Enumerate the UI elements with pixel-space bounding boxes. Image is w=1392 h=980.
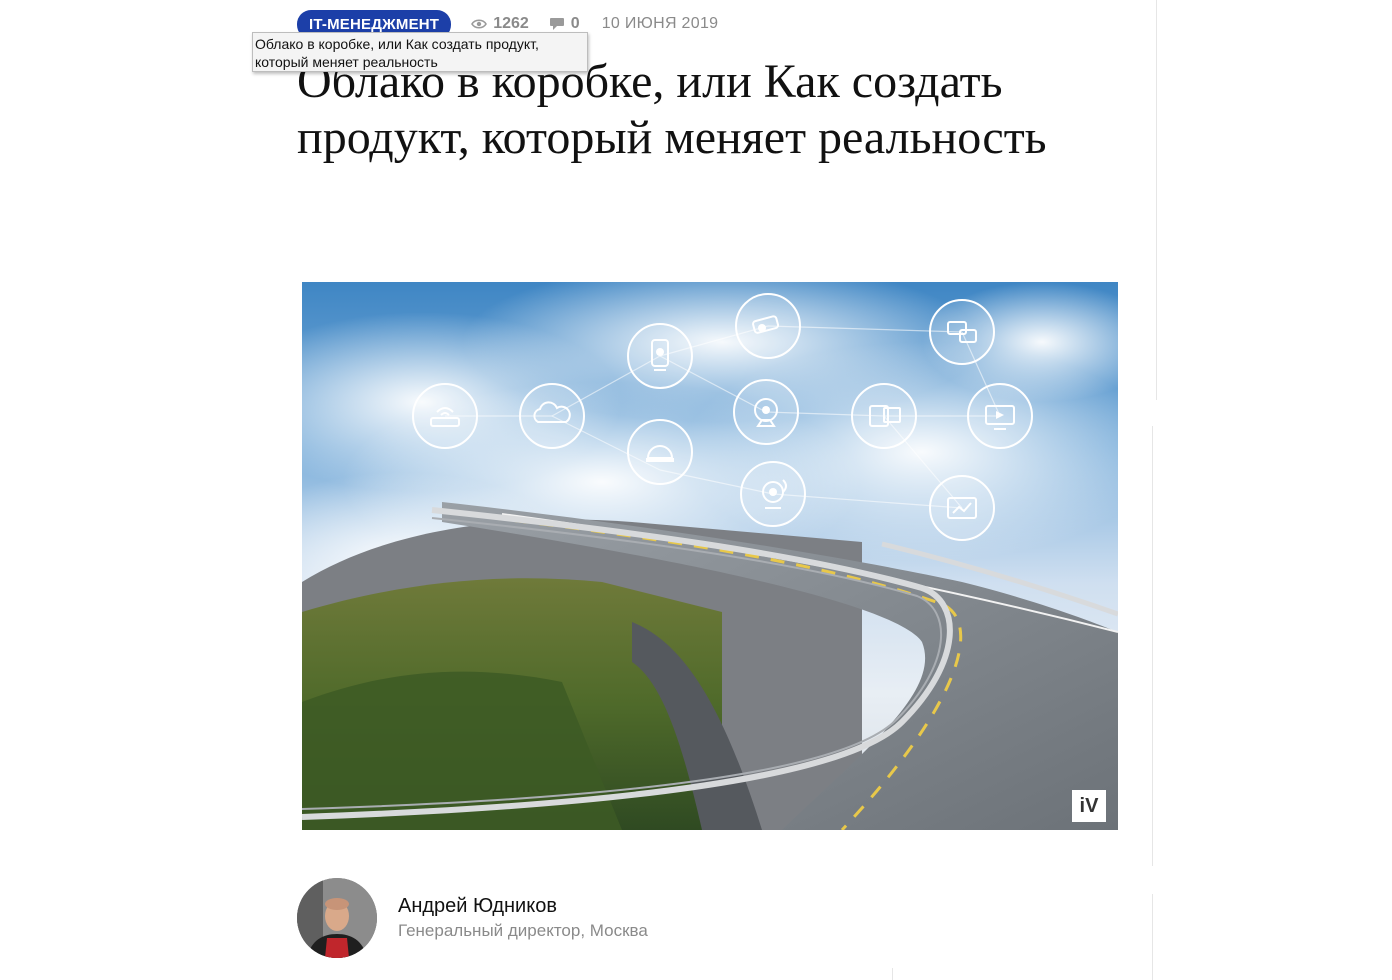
comments-counter[interactable]: 0 [549, 15, 580, 33]
publish-date: 10 ИЮНЯ 2019 [601, 15, 719, 32]
devices-icon [851, 383, 917, 449]
bottom-divider [892, 968, 893, 980]
hero-image: iV [302, 282, 1118, 830]
right-divider-top [1156, 0, 1157, 400]
monitor-icon [967, 383, 1033, 449]
author-block: Андрей Юдников Генеральный директор, Мос… [297, 878, 648, 958]
comments-count: 0 [570, 15, 580, 32]
ip-camera-icon [627, 323, 693, 389]
analytics-screen-icon [929, 475, 995, 541]
cctv-camera-icon [735, 293, 801, 359]
right-divider-bottom [1152, 894, 1153, 980]
smart-camera-icon [740, 461, 806, 527]
author-name[interactable]: Андрей Юдников [398, 894, 648, 918]
cloud-icon [519, 383, 585, 449]
tooltip-line-1: Облако в коробке, или Как создать продук… [255, 36, 539, 52]
views-count: 1262 [493, 15, 529, 32]
tooltip-line-2: который меняет реальность [255, 54, 438, 70]
views-counter: 1262 [471, 15, 529, 33]
watermark-logo: iV [1072, 790, 1106, 822]
comment-icon [549, 18, 564, 30]
eye-icon [471, 19, 488, 29]
title-tooltip: Облако в коробке, или Как создать продук… [252, 32, 588, 72]
chat-icon [929, 299, 995, 365]
avatar[interactable] [297, 878, 377, 958]
author-role: Генеральный директор, Москва [398, 921, 648, 940]
right-divider-middle [1152, 426, 1153, 866]
webcam-icon [733, 379, 799, 445]
dome-camera-icon [627, 419, 693, 485]
wifi-router-icon [412, 383, 478, 449]
